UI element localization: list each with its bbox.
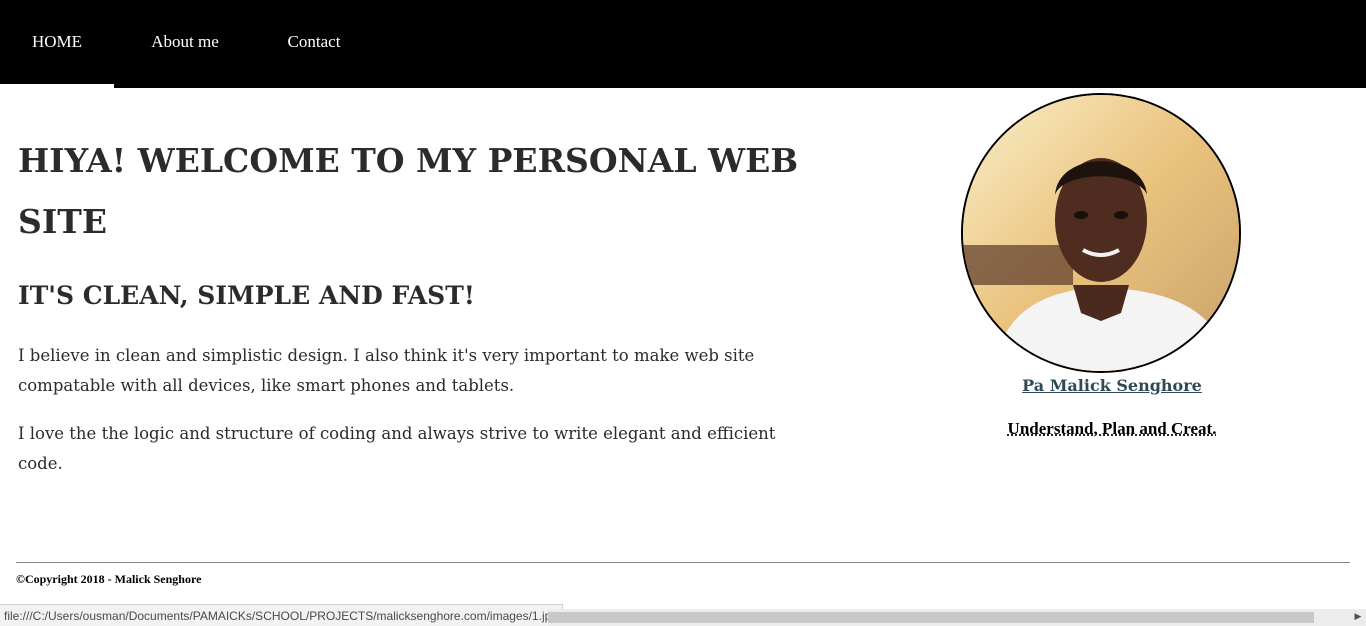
page-subtitle: IT'S CLEAN, SIMPLE AND FAST!: [18, 281, 475, 310]
footer-divider: [16, 562, 1350, 563]
coding-paragraph: I love the the logic and structure of co…: [18, 424, 776, 473]
nav-contact-link[interactable]: Contact: [254, 0, 374, 88]
scroll-right-arrow-icon[interactable]: ▶: [1352, 611, 1364, 624]
scrollbar-thumb[interactable]: [548, 612, 1314, 623]
profile-photo: [961, 93, 1241, 373]
nav-about-link[interactable]: About me: [120, 0, 250, 88]
page-title: HIYA! WELCOME TO MY PERSONAL WEB SITE: [18, 141, 799, 241]
intro-paragraph: I believe in clean and simplistic design…: [18, 346, 755, 395]
nav-active-indicator: [0, 84, 114, 88]
copyright-text: ©Copyright 2018 - Malick Senghore: [16, 572, 202, 586]
profile-tagline: Understand, Plan and Creat.: [1007, 419, 1217, 438]
person-portrait-icon: [963, 95, 1239, 371]
browser-status-bar: file:///C:/Users/ousman/Documents/PAMAIC…: [0, 604, 563, 626]
nav-home-link[interactable]: HOME: [0, 0, 114, 88]
top-navbar: HOME About me Contact: [0, 0, 1366, 88]
profile-name-link[interactable]: Pa Malick Senghore: [980, 376, 1244, 395]
horizontal-scrollbar[interactable]: ▶: [548, 609, 1366, 626]
